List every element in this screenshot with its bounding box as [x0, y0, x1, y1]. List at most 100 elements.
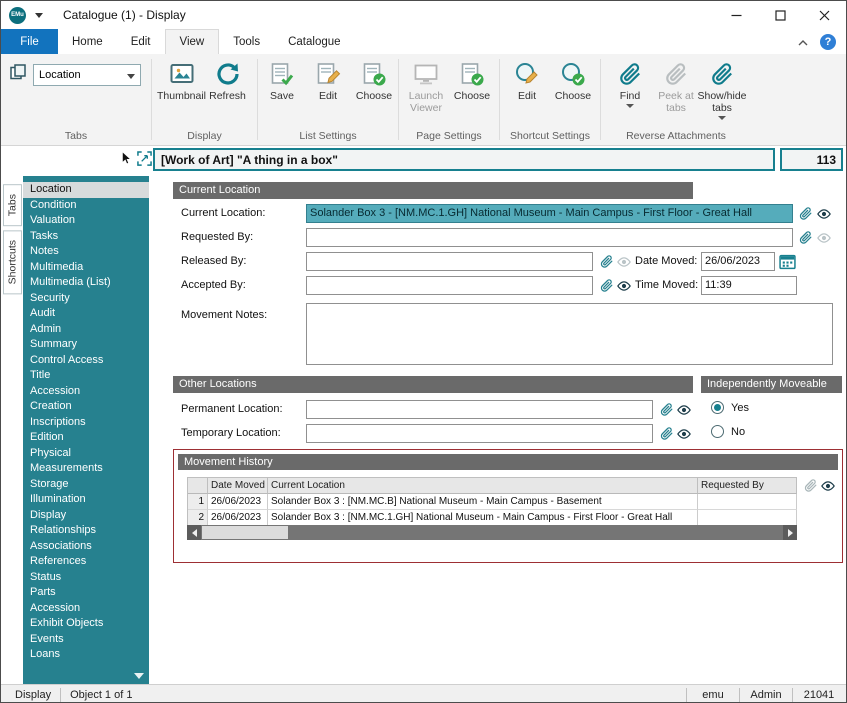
view-attachment-icon[interactable] — [820, 478, 836, 494]
sidebar-item-parts[interactable]: Parts — [23, 585, 149, 601]
sidebar-item-events[interactable]: Events — [23, 632, 149, 648]
independently-moveable-yes-radio[interactable]: Yes — [711, 401, 749, 414]
list-save-button[interactable]: Save — [259, 56, 305, 102]
form-area: Current Location Current Location: Solan… — [149, 176, 847, 684]
sidebar-item-illumination[interactable]: Illumination — [23, 492, 149, 508]
launch-viewer-button[interactable]: Launch Viewer — [403, 56, 449, 114]
attach-icon[interactable] — [803, 478, 818, 493]
independently-moveable-no-radio[interactable]: No — [711, 425, 745, 438]
attach-icon[interactable] — [659, 426, 674, 441]
maximize-button[interactable] — [758, 1, 802, 29]
scroll-left-button[interactable] — [187, 525, 201, 540]
sidebar-item-associations[interactable]: Associations — [23, 539, 149, 555]
tab-catalogue[interactable]: Catalogue — [274, 29, 354, 54]
scroll-right-button[interactable] — [783, 525, 797, 540]
attach-icon[interactable] — [599, 278, 614, 293]
attach-icon[interactable] — [798, 206, 813, 221]
sidebar-item-audit[interactable]: Audit — [23, 306, 149, 322]
sidebar-item-multimedia-list[interactable]: Multimedia (List) — [23, 275, 149, 291]
sidebar-item-loans[interactable]: Loans — [23, 647, 149, 663]
sidebar-item-accession[interactable]: Accession — [23, 384, 149, 400]
sidebar-item-notes[interactable]: Notes — [23, 244, 149, 260]
column-header-rownum[interactable] — [188, 478, 208, 494]
list-edit-button[interactable]: Edit — [305, 56, 351, 102]
sidebar-item-relationships[interactable]: Relationships — [23, 523, 149, 539]
help-button[interactable]: ? — [820, 34, 836, 50]
view-attachment-icon[interactable] — [616, 254, 632, 270]
sidebar-item-security[interactable]: Security — [23, 291, 149, 307]
sidebar-item-display[interactable]: Display — [23, 508, 149, 524]
tab-view[interactable]: View — [165, 29, 220, 54]
table-row[interactable]: 2 26/06/2023 Solander Box 3 : [NM.MC.1.G… — [188, 510, 797, 526]
view-attachment-icon[interactable] — [816, 230, 832, 246]
sidebar-item-multimedia[interactable]: Multimedia — [23, 260, 149, 276]
tabs-panel-icon — [9, 63, 27, 86]
table-row[interactable]: 1 26/06/2023 Solander Box 3 : [NM.MC.B] … — [188, 494, 797, 510]
attach-icon[interactable] — [599, 254, 614, 269]
movement-notes-field[interactable] — [306, 303, 833, 365]
tab-select-combobox[interactable]: Location — [33, 64, 141, 86]
collapse-ribbon-button[interactable] — [798, 33, 808, 51]
sidebar-item-storage[interactable]: Storage — [23, 477, 149, 493]
attach-icon[interactable] — [659, 402, 674, 417]
vertical-tab-tabs[interactable]: Tabs — [3, 184, 22, 226]
current-location-field[interactable]: Solander Box 3 - [NM.MC.1.GH] National M… — [306, 204, 793, 223]
view-attachment-icon[interactable] — [816, 206, 832, 222]
sidebar-item-references[interactable]: References — [23, 554, 149, 570]
sidebar-item-title[interactable]: Title — [23, 368, 149, 384]
peek-at-tabs-button[interactable]: Peek at tabs — [653, 56, 699, 120]
requested-by-field[interactable] — [306, 228, 793, 247]
sidebar-item-accession-2[interactable]: Accession — [23, 601, 149, 617]
permanent-location-field[interactable] — [306, 400, 653, 419]
column-header-current-location[interactable]: Current Location — [268, 478, 698, 494]
page-choose-button[interactable]: Choose — [449, 56, 495, 114]
tab-home[interactable]: Home — [58, 29, 117, 54]
date-moved-field[interactable]: 26/06/2023 — [701, 252, 775, 271]
sidebar-item-measurements[interactable]: Measurements — [23, 461, 149, 477]
sidebar-item-edition[interactable]: Edition — [23, 430, 149, 446]
sidebar-item-valuation[interactable]: Valuation — [23, 213, 149, 229]
requested-by-cell — [698, 494, 797, 510]
view-attachment-icon[interactable] — [676, 426, 692, 442]
accepted-by-field[interactable] — [306, 276, 593, 295]
thumbnail-button[interactable]: Thumbnail — [159, 56, 205, 102]
close-button[interactable] — [802, 1, 846, 29]
tab-tools[interactable]: Tools — [219, 29, 274, 54]
sidebar-item-location[interactable]: Location — [23, 182, 149, 198]
window-menu-caret-icon[interactable] — [35, 13, 43, 18]
scroll-down-chevron-icon[interactable] — [134, 673, 144, 679]
shortcut-edit-button[interactable]: Edit — [504, 56, 550, 102]
find-button[interactable]: Find — [607, 56, 653, 120]
list-choose-button[interactable]: Choose — [351, 56, 397, 102]
scrollbar-thumb[interactable] — [202, 526, 288, 539]
shortcut-choose-button[interactable]: Choose — [550, 56, 596, 102]
sidebar-item-creation[interactable]: Creation — [23, 399, 149, 415]
sidebar-item-exhibit-objects[interactable]: Exhibit Objects — [23, 616, 149, 632]
expand-record-icon[interactable] — [137, 151, 152, 171]
refresh-button[interactable]: Refresh — [205, 56, 251, 102]
tab-file[interactable]: File — [1, 29, 58, 54]
edit-icon — [315, 61, 341, 87]
sidebar-item-inscriptions[interactable]: Inscriptions — [23, 415, 149, 431]
column-header-date-moved[interactable]: Date Moved — [208, 478, 268, 494]
sidebar-item-control-access[interactable]: Control Access — [23, 353, 149, 369]
column-header-requested-by[interactable]: Requested By — [698, 478, 797, 494]
tab-edit[interactable]: Edit — [117, 29, 165, 54]
vertical-tab-shortcuts[interactable]: Shortcuts — [3, 230, 22, 294]
sidebar-item-tasks[interactable]: Tasks — [23, 229, 149, 245]
view-attachment-icon[interactable] — [616, 278, 632, 294]
released-by-field[interactable] — [306, 252, 593, 271]
sidebar-item-physical[interactable]: Physical — [23, 446, 149, 462]
show-hide-tabs-button[interactable]: Show/hide tabs — [699, 56, 745, 120]
calendar-icon[interactable] — [779, 253, 796, 270]
sidebar-item-status[interactable]: Status — [23, 570, 149, 586]
sidebar-item-condition[interactable]: Condition — [23, 198, 149, 214]
horizontal-scrollbar[interactable] — [187, 525, 797, 540]
sidebar-item-summary[interactable]: Summary — [23, 337, 149, 353]
minimize-button[interactable] — [714, 1, 758, 29]
sidebar-item-admin[interactable]: Admin — [23, 322, 149, 338]
view-attachment-icon[interactable] — [676, 402, 692, 418]
attach-icon[interactable] — [798, 230, 813, 245]
temporary-location-field[interactable] — [306, 424, 653, 443]
time-moved-field[interactable]: 11:39 — [701, 276, 797, 295]
